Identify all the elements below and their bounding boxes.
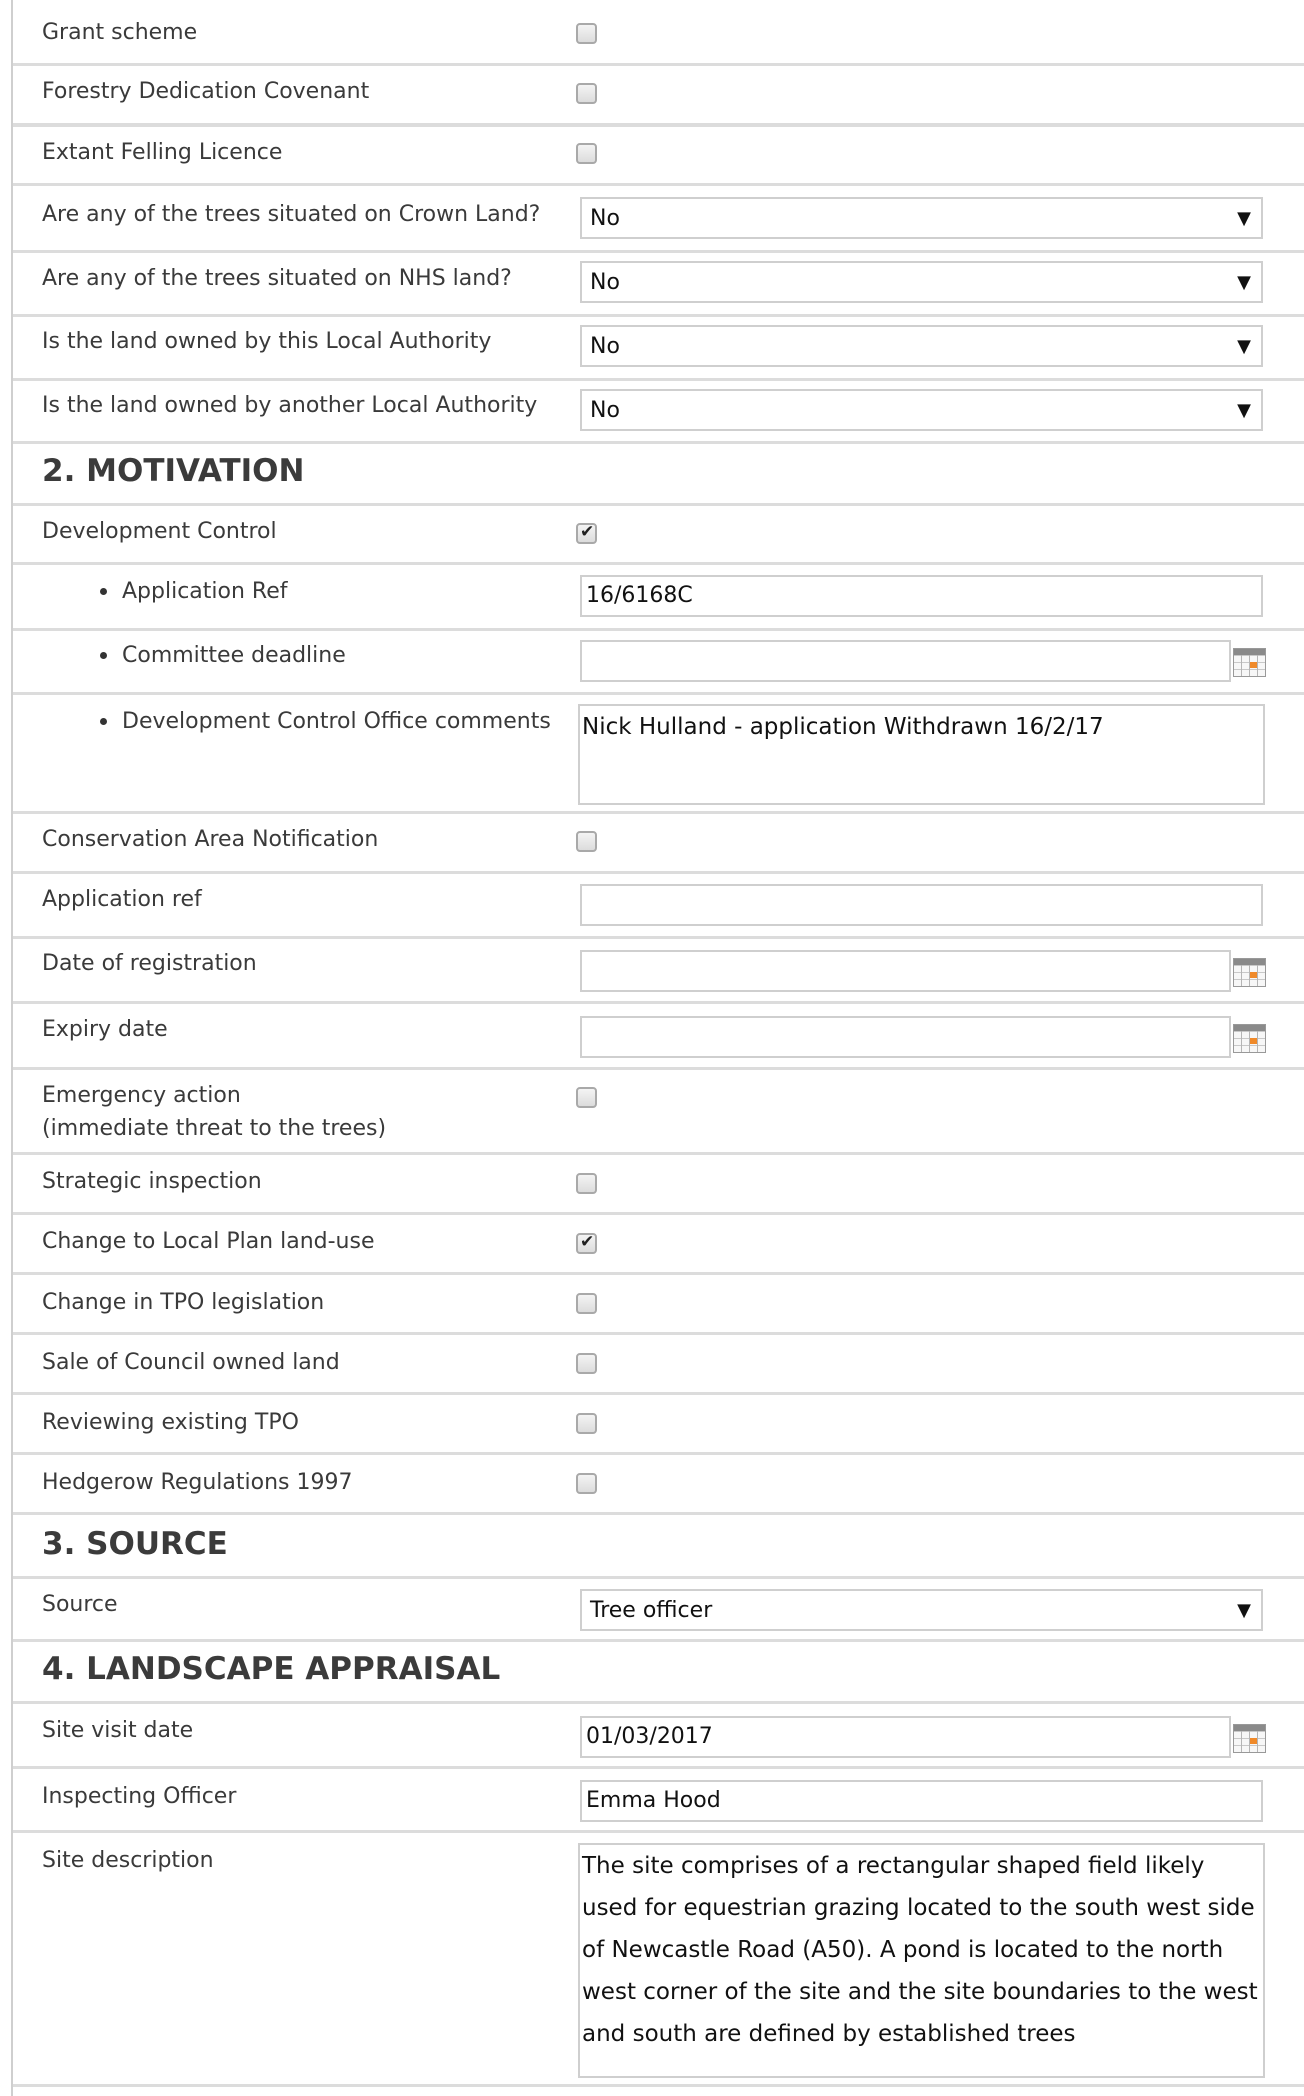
crown-land-label: Are any of the trees situated on Crown L… <box>42 202 541 227</box>
divider-25 <box>13 1701 1304 1704</box>
another-la-value: No <box>590 398 620 423</box>
nhs-land-select[interactable]: No ▼ <box>580 261 1263 303</box>
conservation-area-checkbox[interactable] <box>576 831 597 852</box>
divider-26 <box>13 1766 1304 1769</box>
calendar-icon[interactable] <box>1233 1724 1266 1753</box>
dc-comments-textarea[interactable]: Nick Hulland - application Withdrawn 16/… <box>578 704 1265 805</box>
caret-down-icon: ▼ <box>1237 1600 1251 1621</box>
date-registration-input[interactable] <box>580 950 1231 992</box>
another-la-label: Is the land owned by another Local Autho… <box>42 393 538 418</box>
tpo-legislation-label: Change in TPO legislation <box>42 1290 325 1315</box>
emergency-action-label: Emergency action <box>42 1083 241 1108</box>
emergency-action-sublabel: (immediate threat to the trees) <box>42 1116 387 1141</box>
conservation-area-label: Conservation Area Notification <box>42 827 379 852</box>
strategic-inspection-checkbox[interactable] <box>576 1173 597 1194</box>
development-control-label: Development Control <box>42 519 277 544</box>
divider-8 <box>13 562 1304 565</box>
application-ref-label: Application Ref <box>100 575 288 608</box>
divider-28 <box>13 2084 1304 2087</box>
source-label: Source <box>42 1592 118 1617</box>
divider-24 <box>13 1639 1304 1642</box>
caret-down-icon: ▼ <box>1237 400 1251 421</box>
divider-10 <box>13 692 1304 695</box>
divider-7 <box>13 503 1304 506</box>
hedgerow-checkbox[interactable] <box>576 1473 597 1494</box>
divider-27 <box>13 1830 1304 1833</box>
application-ref2-label: Application ref <box>42 887 202 912</box>
divider-0 <box>13 63 1304 66</box>
forestry-dedication-checkbox[interactable] <box>576 83 597 104</box>
inspecting-officer-input[interactable]: Emma Hood <box>580 1780 1263 1822</box>
local-plan-checkbox[interactable] <box>576 1232 597 1254</box>
local-plan-label: Change to Local Plan land-use <box>42 1229 375 1254</box>
divider-2 <box>13 183 1304 186</box>
inspecting-officer-label: Inspecting Officer <box>42 1784 237 1809</box>
emergency-action-checkbox[interactable] <box>576 1087 597 1108</box>
divider-11 <box>13 811 1304 814</box>
extant-felling-checkbox[interactable] <box>576 143 597 164</box>
strategic-inspection-label: Strategic inspection <box>42 1169 262 1194</box>
divider-17 <box>13 1212 1304 1215</box>
council-land-checkbox[interactable] <box>576 1353 597 1374</box>
calendar-icon[interactable] <box>1233 1024 1266 1053</box>
hedgerow-label: Hedgerow Regulations 1997 <box>42 1470 353 1495</box>
crown-land-value: No <box>590 206 620 231</box>
forestry-dedication-label: Forestry Dedication Covenant <box>42 79 370 104</box>
divider-22 <box>13 1512 1304 1515</box>
divider-5 <box>13 378 1304 381</box>
divider-19 <box>13 1332 1304 1335</box>
divider-1 <box>13 123 1304 126</box>
reviewing-tpo-label: Reviewing existing TPO <box>42 1410 299 1435</box>
divider-9 <box>13 628 1304 631</box>
divider-4 <box>13 314 1304 317</box>
site-description-label: Site description <box>42 1848 214 1873</box>
caret-down-icon: ▼ <box>1237 336 1251 357</box>
this-la-label: Is the land owned by this Local Authorit… <box>42 329 492 354</box>
expiry-date-label: Expiry date <box>42 1017 168 1042</box>
application-ref-input[interactable]: 16/6168C <box>580 575 1263 617</box>
date-registration-label: Date of registration <box>42 951 257 976</box>
source-select[interactable]: Tree officer ▼ <box>580 1589 1263 1631</box>
crown-land-select[interactable]: No ▼ <box>580 197 1263 239</box>
divider-14 <box>13 1001 1304 1004</box>
tpo-form-page: Grant scheme Forestry Dedication Covenan… <box>0 0 1304 2096</box>
caret-down-icon: ▼ <box>1237 208 1251 229</box>
calendar-icon[interactable] <box>1233 648 1266 677</box>
committee-deadline-input[interactable] <box>580 640 1231 682</box>
council-land-label: Sale of Council owned land <box>42 1350 340 1375</box>
tpo-legislation-checkbox[interactable] <box>576 1293 597 1314</box>
divider-15 <box>13 1067 1304 1070</box>
dc-comments-label: Development Control Office comments <box>100 705 551 738</box>
section-title-motivation: 2. MOTIVATION <box>42 453 305 489</box>
nhs-land-label: Are any of the trees situated on NHS lan… <box>42 266 512 291</box>
divider-3 <box>13 250 1304 253</box>
section-title-source: 3. SOURCE <box>42 1526 228 1562</box>
divider-23 <box>13 1576 1304 1579</box>
nhs-land-value: No <box>590 270 620 295</box>
extant-felling-label: Extant Felling Licence <box>42 140 283 165</box>
another-la-select[interactable]: No ▼ <box>580 389 1263 431</box>
this-la-select[interactable]: No ▼ <box>580 325 1263 367</box>
section-title-landscape: 4. LANDSCAPE APPRAISAL <box>42 1651 501 1687</box>
source-value: Tree officer <box>590 1598 713 1623</box>
divider-6 <box>13 441 1304 444</box>
site-description-textarea[interactable]: The site comprises of a rectangular shap… <box>578 1843 1265 2078</box>
this-la-value: No <box>590 334 620 359</box>
site-visit-input[interactable]: 01/03/2017 <box>580 1716 1231 1758</box>
reviewing-tpo-checkbox[interactable] <box>576 1413 597 1434</box>
divider-18 <box>13 1272 1304 1275</box>
divider-20 <box>13 1392 1304 1395</box>
site-visit-label: Site visit date <box>42 1718 194 1743</box>
expiry-date-input[interactable] <box>580 1016 1231 1058</box>
divider-16 <box>13 1152 1304 1155</box>
divider-21 <box>13 1452 1304 1455</box>
divider-13 <box>13 936 1304 939</box>
application-ref2-input[interactable] <box>580 884 1263 926</box>
committee-deadline-label: Committee deadline <box>100 639 346 672</box>
calendar-icon[interactable] <box>1233 958 1266 987</box>
development-control-checkbox[interactable] <box>576 522 597 544</box>
caret-down-icon: ▼ <box>1237 272 1251 293</box>
divider-12 <box>13 871 1304 874</box>
